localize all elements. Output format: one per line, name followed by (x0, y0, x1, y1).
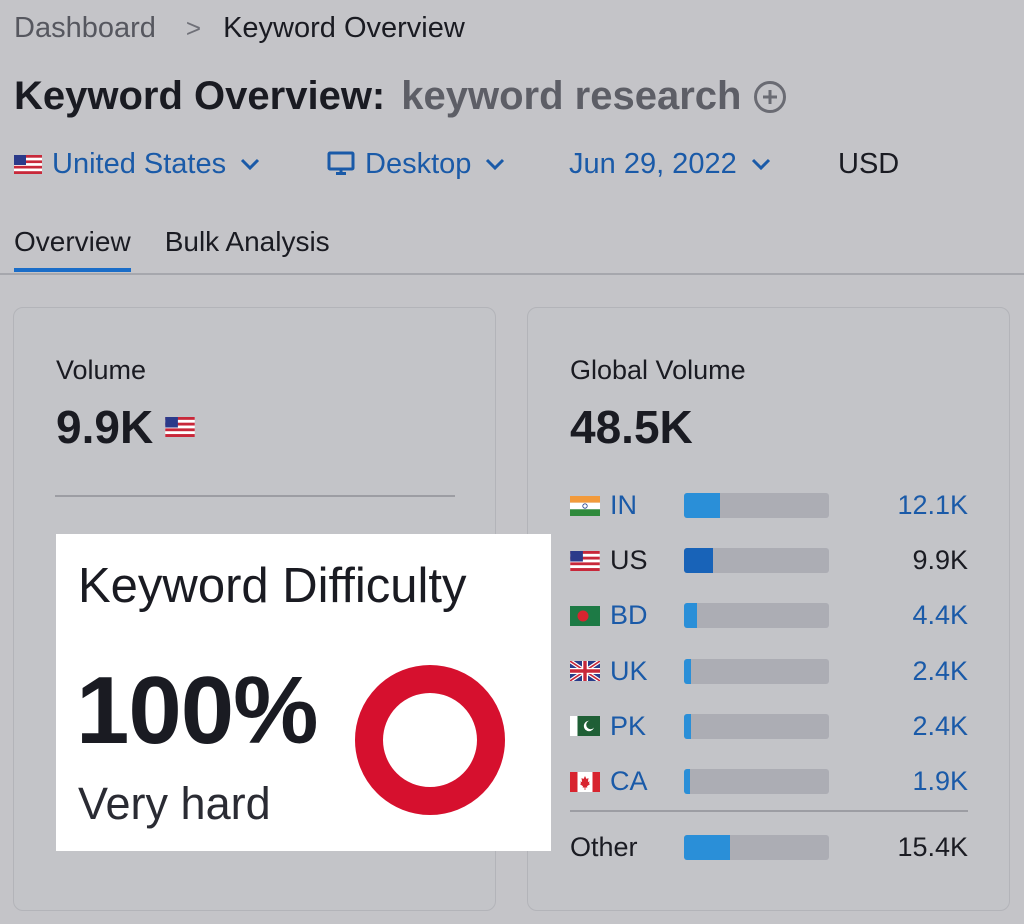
country-code: US (610, 545, 648, 576)
india-flag-icon (570, 495, 600, 516)
country-row-ca: CA 1.9K (570, 754, 968, 809)
volume-share-fill (684, 603, 698, 629)
page-title-keyword: keyword research (401, 74, 742, 118)
keyword-difficulty-level: Very hard (78, 778, 271, 829)
chevron-down-icon (240, 158, 260, 170)
country-volume[interactable]: 2.4K (912, 656, 968, 687)
other-divider (570, 810, 968, 812)
other-label: Other (570, 832, 638, 862)
plus-circle-icon[interactable] (753, 80, 787, 114)
breadcrumb-current: Keyword Overview (223, 12, 465, 44)
volume-value: 9.9K (56, 401, 154, 453)
chevron-down-icon (751, 158, 771, 170)
page-title: Keyword Overview: keyword research (14, 74, 787, 119)
country-volume-list: IN 12.1K US 9.9K BD 4.4K UK 2.4K PK 2.4K… (570, 478, 968, 809)
country-code[interactable]: IN (610, 490, 686, 521)
canada-flag-icon (570, 771, 600, 792)
difficulty-donut-chart (352, 662, 508, 823)
currency-label: USD (838, 147, 900, 180)
us-flag-icon (165, 417, 195, 437)
volume-share-fill (684, 548, 713, 574)
country-volume[interactable]: 4.4K (912, 600, 968, 631)
country-volume[interactable]: 1.9K (912, 766, 968, 797)
filter-bar: United States Desktop Jun 29, 2022 USD (14, 144, 899, 184)
volume-share-bar (684, 713, 829, 739)
country-row-us: US 9.9K (570, 533, 968, 588)
volume-value-row: 9.9K (56, 400, 195, 454)
volume-share-bar (684, 548, 829, 574)
uk-flag-icon (570, 661, 600, 682)
difficulty-donut-arc (355, 665, 505, 815)
volume-divider (55, 495, 455, 497)
volume-share-fill (684, 493, 721, 519)
country-code[interactable]: UK (610, 656, 686, 687)
country-row-other: Other 15.4K (570, 820, 968, 875)
volume-share-fill (684, 769, 690, 795)
volume-share-fill (684, 713, 692, 739)
country-row-in: IN 12.1K (570, 478, 968, 533)
volume-share-bar (684, 603, 829, 629)
global-volume-label: Global Volume (570, 355, 746, 385)
volume-share-fill (684, 658, 692, 684)
country-volume: 9.9K (912, 545, 968, 576)
volume-share-bar (684, 769, 829, 795)
breadcrumb-dashboard-link[interactable]: Dashboard (14, 12, 156, 45)
country-volume[interactable]: 12.1K (897, 490, 968, 521)
country-selector-label: United States (52, 147, 227, 180)
country-code[interactable]: BD (610, 600, 686, 631)
chevron-right-icon: > (185, 13, 202, 43)
country-volume[interactable]: 2.4K (912, 711, 968, 742)
device-selector-label: Desktop (365, 147, 472, 180)
us-flag-icon (570, 550, 600, 571)
date-selector[interactable]: Jun 29, 2022 (569, 148, 838, 181)
country-code[interactable]: CA (610, 766, 686, 797)
pakistan-flag-icon (570, 716, 600, 737)
device-selector[interactable]: Desktop (327, 148, 569, 181)
keyword-difficulty-widget: Keyword Difficulty 100% Very hard (56, 534, 551, 851)
volume-label: Volume (56, 355, 147, 385)
global-volume-card: Global Volume 48.5K IN 12.1K US 9.9K BD … (527, 307, 1010, 911)
volume-share-fill (684, 835, 731, 860)
date-selector-label: Jun 29, 2022 (569, 147, 737, 180)
tab-bulk-analysis[interactable]: Bulk Analysis (165, 226, 330, 272)
country-row-uk: UK 2.4K (570, 644, 968, 699)
global-volume-value: 48.5K (570, 401, 693, 453)
keyword-difficulty-value: 100% (76, 657, 319, 764)
other-volume: 15.4K (897, 832, 968, 862)
volume-share-bar (684, 835, 829, 860)
tab-bar: Overview Bulk Analysis (14, 226, 330, 272)
desktop-icon (327, 151, 355, 177)
us-flag-icon (14, 154, 42, 174)
page-title-prefix: Keyword Overview: (14, 74, 386, 118)
tab-overview[interactable]: Overview (14, 226, 131, 272)
volume-share-bar (684, 658, 829, 684)
country-selector[interactable]: United States (14, 148, 327, 181)
country-row-bd: BD 4.4K (570, 588, 968, 643)
volume-share-bar (684, 493, 829, 519)
country-row-pk: PK 2.4K (570, 699, 968, 754)
breadcrumb: Dashboard > Keyword Overview (14, 12, 465, 45)
country-code[interactable]: PK (610, 711, 686, 742)
bangladesh-flag-icon (570, 605, 600, 626)
chevron-down-icon (485, 158, 505, 170)
keyword-difficulty-label: Keyword Difficulty (78, 559, 467, 613)
tabs-divider (0, 273, 1024, 275)
